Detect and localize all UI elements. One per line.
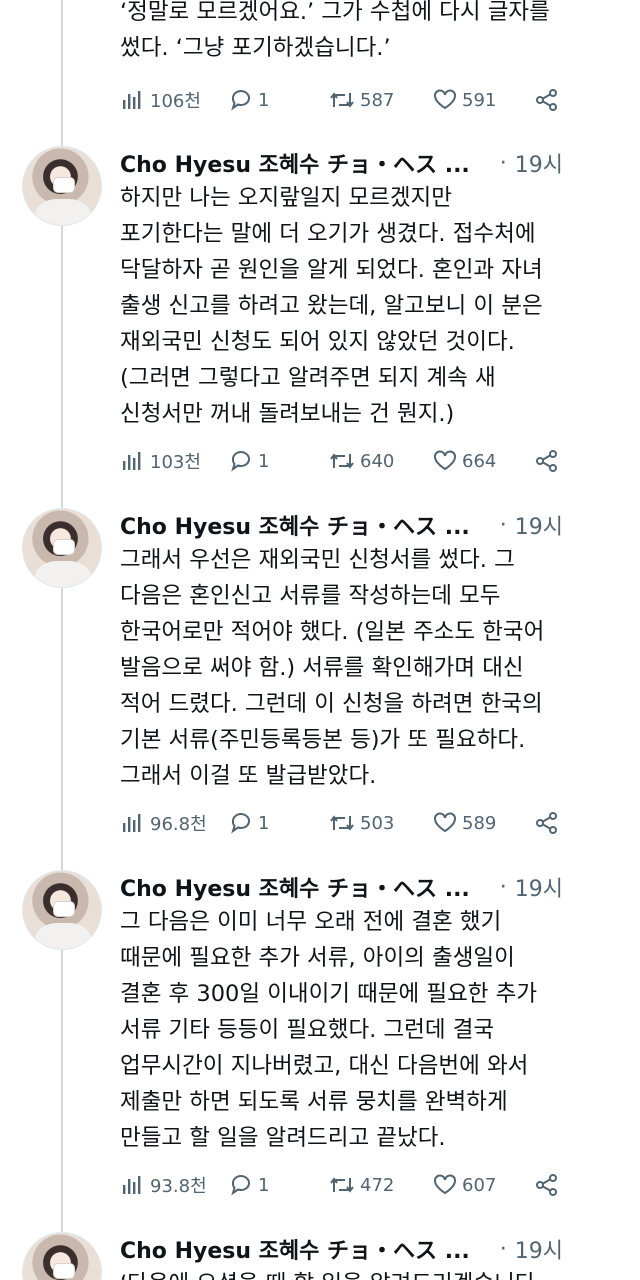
reply-button[interactable]: 1: [228, 449, 269, 473]
bar-chart-icon: [120, 88, 146, 112]
share-button[interactable]: [534, 449, 560, 473]
like-count: 589: [462, 812, 497, 834]
like-count: 607: [462, 1174, 497, 1196]
tweet-header: Cho Hyesu 조혜수 チョ・ヘス ... · 19시: [120, 1232, 620, 1266]
reply-count: 1: [258, 89, 270, 111]
tweet-text: ‘정말로 모르겠어요.’ 그가 수첩에 다시 글자를 썼다. ‘그냥 포기하겠습…: [120, 0, 550, 61]
retweet-count: 640: [360, 450, 395, 472]
bar-chart-icon: [120, 449, 146, 473]
tweet[interactable]: Cho Hyesu 조혜수 チョ・ヘス ... · 19시 그 다음은 이미 너…: [0, 870, 640, 1220]
retweet-button[interactable]: 503: [328, 811, 394, 835]
share-button[interactable]: [534, 1173, 560, 1197]
views-count: 106천: [150, 91, 201, 112]
comment-bubble-icon: [228, 1173, 254, 1197]
tweet-actions: 93.8천 1 472 607: [120, 1170, 590, 1200]
like-count: 591: [462, 89, 497, 111]
tweet-partial-top[interactable]: ‘정말로 모르겠어요.’ 그가 수첩에 다시 글자를 썼다. ‘그냥 포기하겠습…: [0, 0, 640, 130]
retweet-arrows-icon: [328, 88, 356, 112]
avatar[interactable]: [22, 870, 102, 950]
tweet-partial-bottom[interactable]: Cho Hyesu 조혜수 チョ・ヘス ... · 19시 ‘다음에 오셨을 때…: [0, 1232, 640, 1280]
like-button[interactable]: 664: [432, 449, 496, 473]
views-count: 93.8천: [150, 1176, 207, 1197]
tweet-actions: 106천 1 587 591: [120, 85, 590, 115]
retweet-button[interactable]: 472: [328, 1173, 394, 1197]
avatar[interactable]: [22, 1232, 102, 1280]
tweet[interactable]: Cho Hyesu 조혜수 チョ・ヘス ... · 19시 그래서 우선은 재외…: [0, 508, 640, 858]
retweet-button[interactable]: 587: [328, 88, 394, 112]
retweet-button[interactable]: 640: [328, 449, 394, 473]
reply-button[interactable]: 1: [228, 88, 269, 112]
tweet-actions: 96.8천 1 503 589: [120, 808, 590, 838]
views-button[interactable]: 106천: [120, 87, 201, 113]
tweet-header: Cho Hyesu 조혜수 チョ・ヘス ... · 19시: [120, 870, 620, 904]
comment-bubble-icon: [228, 811, 254, 835]
tweet-time[interactable]: 19시: [515, 1233, 563, 1265]
tweet-actions: 103천 1 640 664: [120, 446, 590, 476]
comment-bubble-icon: [228, 88, 254, 112]
share-icon: [534, 449, 560, 473]
tweet-time[interactable]: 19시: [515, 147, 563, 179]
heart-icon: [432, 88, 458, 112]
like-button[interactable]: 591: [432, 88, 496, 112]
retweet-count: 472: [360, 1174, 395, 1196]
retweet-count: 587: [360, 89, 395, 111]
author-name[interactable]: Cho Hyesu 조혜수 チョ・ヘス ...: [120, 147, 470, 179]
share-icon: [534, 88, 560, 112]
tweet-time[interactable]: 19시: [515, 509, 563, 541]
tweet-header: Cho Hyesu 조혜수 チョ・ヘス ... · 19시: [120, 508, 620, 542]
heart-icon: [432, 1173, 458, 1197]
views-count: 96.8천: [150, 814, 207, 835]
views-button[interactable]: 93.8천: [120, 1172, 207, 1198]
reply-count: 1: [258, 450, 270, 472]
views-button[interactable]: 96.8천: [120, 810, 207, 836]
share-icon: [534, 1173, 560, 1197]
like-count: 664: [462, 450, 497, 472]
reply-count: 1: [258, 812, 270, 834]
like-button[interactable]: 589: [432, 811, 496, 835]
retweet-count: 503: [360, 812, 395, 834]
author-name[interactable]: Cho Hyesu 조혜수 チョ・ヘス ...: [120, 1233, 470, 1265]
share-button[interactable]: [534, 811, 560, 835]
views-button[interactable]: 103천: [120, 448, 201, 474]
avatar[interactable]: [22, 508, 102, 588]
tweet-text: 그래서 우선은 재외국민 신청서를 썼다. 그 다음은 혼인신고 서류를 작성하…: [120, 547, 545, 789]
tweet-time[interactable]: 19시: [515, 871, 563, 903]
bar-chart-icon: [120, 1173, 146, 1197]
like-button[interactable]: 607: [432, 1173, 496, 1197]
reply-button[interactable]: 1: [228, 1173, 269, 1197]
comment-bubble-icon: [228, 449, 254, 473]
retweet-arrows-icon: [328, 811, 356, 835]
reply-count: 1: [258, 1174, 270, 1196]
share-button[interactable]: [534, 88, 560, 112]
avatar[interactable]: [22, 146, 102, 226]
retweet-arrows-icon: [328, 449, 356, 473]
tweet[interactable]: Cho Hyesu 조혜수 チョ・ヘス ... · 19시 하지만 나는 오지랖…: [0, 146, 640, 496]
author-name[interactable]: Cho Hyesu 조혜수 チョ・ヘス ...: [120, 871, 470, 903]
retweet-arrows-icon: [328, 1173, 356, 1197]
reply-button[interactable]: 1: [228, 811, 269, 835]
bar-chart-icon: [120, 811, 146, 835]
tweet-text: 그 다음은 이미 너무 오래 전에 결혼 했기 때문에 필요한 추가 서류, 아…: [120, 909, 538, 1151]
share-icon: [534, 811, 560, 835]
tweet-header: Cho Hyesu 조혜수 チョ・ヘス ... · 19시: [120, 146, 620, 180]
views-count: 103천: [150, 452, 201, 473]
tweet-text: ‘다음에 오셨을 때 할 일을 알려드리겠습니다: [120, 1266, 620, 1280]
author-name[interactable]: Cho Hyesu 조혜수 チョ・ヘス ...: [120, 509, 470, 541]
heart-icon: [432, 449, 458, 473]
tweet-text: 하지만 나는 오지랖일지 모르겠지만 포기한다는 말에 더 오기가 생겼다. 접…: [120, 185, 543, 427]
heart-icon: [432, 811, 458, 835]
